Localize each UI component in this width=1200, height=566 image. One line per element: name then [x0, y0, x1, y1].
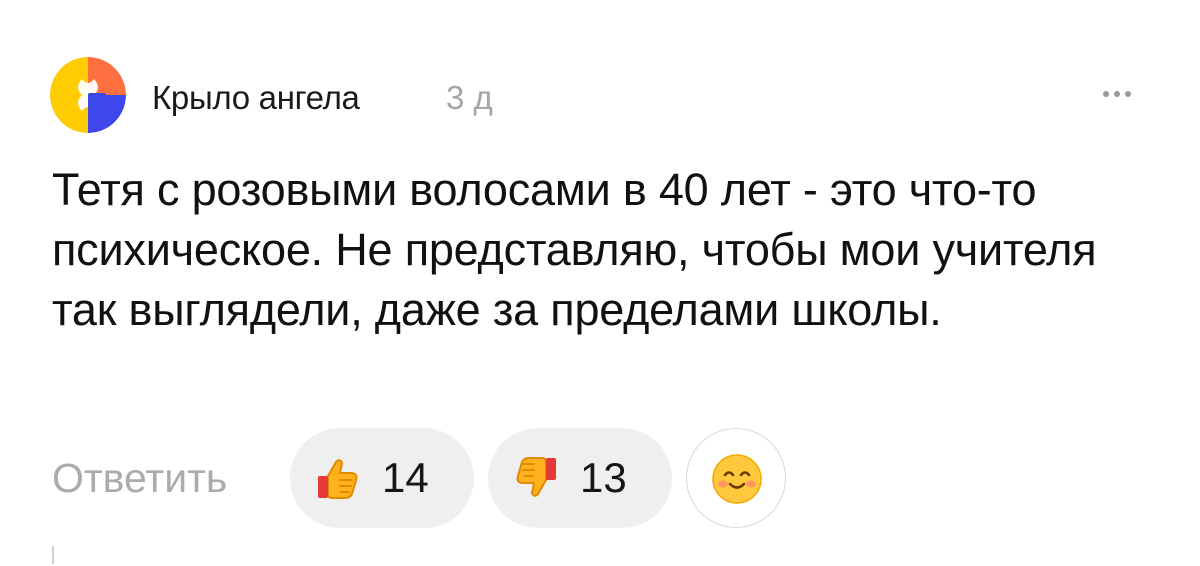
dislike-count: 13	[580, 454, 627, 501]
reply-button[interactable]: Ответить	[52, 452, 227, 504]
more-dots-icon[interactable]	[1094, 79, 1140, 109]
thumbs-up-icon	[318, 459, 358, 499]
comment-timestamp: 3 д	[446, 79, 493, 116]
menu-dot	[1125, 91, 1131, 97]
comment-text: Тетя с розовыми волосами в 40 лет - это …	[52, 164, 1097, 335]
comment-actions: Ответить 14 13	[52, 428, 1152, 528]
dislike-button[interactable]: 13	[488, 428, 672, 528]
like-count: 14	[382, 454, 429, 501]
add-reaction-button[interactable]	[686, 428, 786, 528]
author-name[interactable]: Крыло ангела	[152, 78, 360, 118]
avatar[interactable]	[50, 57, 126, 133]
smiling-face-icon	[712, 454, 762, 504]
comment-header: Крыло ангела 3 д	[50, 57, 1140, 135]
menu-dot	[1103, 91, 1109, 97]
menu-dot	[1114, 91, 1120, 97]
divider-mark	[52, 546, 54, 564]
thumbs-down-icon	[516, 457, 556, 497]
like-button[interactable]: 14	[290, 428, 474, 528]
yandex-zen-logo-icon	[50, 57, 126, 133]
